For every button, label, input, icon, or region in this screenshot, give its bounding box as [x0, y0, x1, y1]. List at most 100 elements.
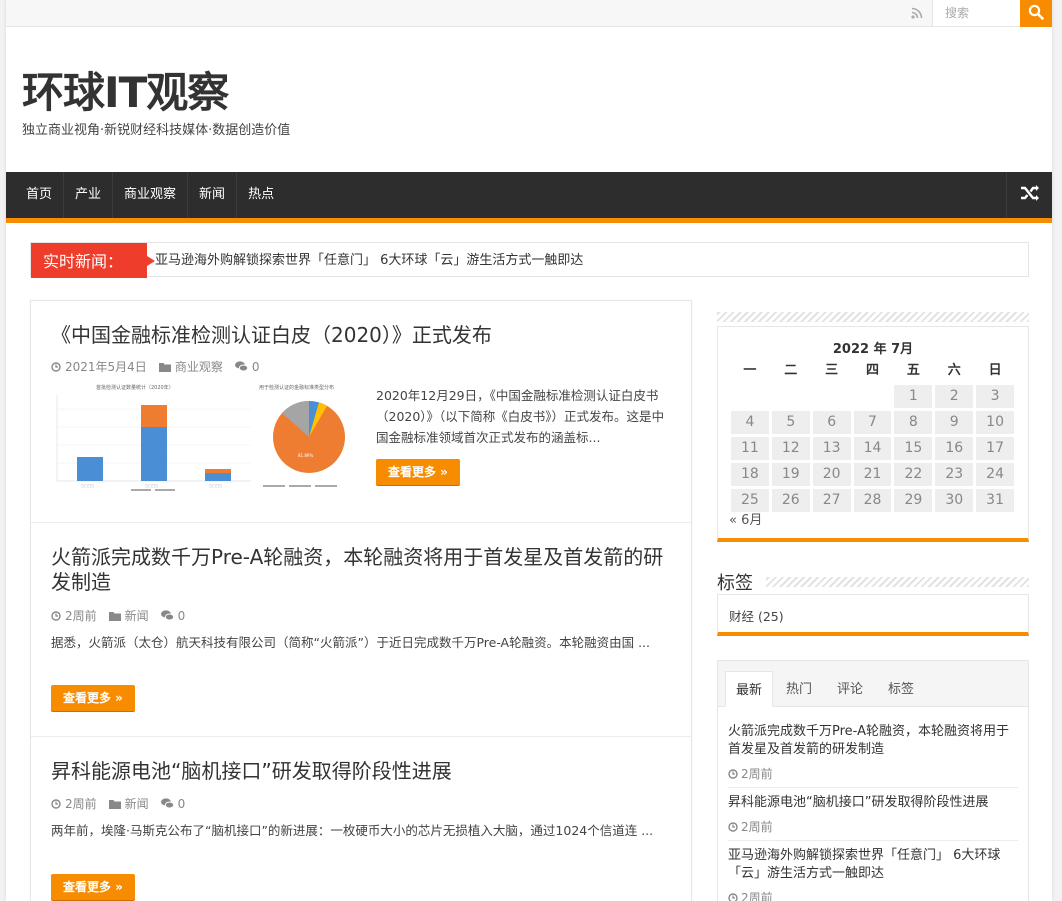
- tab-popular[interactable]: 热门: [776, 671, 822, 707]
- post-comments[interactable]: 0: [160, 797, 185, 811]
- tags-widget: 财经 (25): [717, 594, 1029, 636]
- calendar-week-row: 11 12 13 14 15 16 17: [731, 437, 1017, 463]
- main-nav: 首页 产业 商业观察 新闻 热点: [6, 172, 1052, 223]
- tab-latest[interactable]: 最新: [725, 671, 774, 707]
- weekday-label: 一: [743, 363, 757, 378]
- read-more-button[interactable]: 查看更多 »: [51, 685, 135, 711]
- post-item: 《中国金融标准检测认证白皮（2020）》正式发布 2021年5月4日 商业观察 …: [31, 301, 691, 523]
- tag-link[interactable]: 财经 (25): [729, 606, 784, 625]
- breaking-news-label: 实时新闻：: [31, 243, 155, 278]
- comments-icon: [234, 361, 248, 372]
- recent-post-title[interactable]: 亚马逊海外购解锁探索世界「任意门」 6大环球「云」游生活方式一触即达: [728, 847, 1018, 883]
- calendar-day: 26: [771, 489, 810, 512]
- recent-post-title[interactable]: 火箭派完成数千万Pre-A轮融资，本轮融资将用于首发星及首发箭的研发制造: [728, 723, 1018, 759]
- calendar-day: 8: [894, 411, 933, 434]
- post-title[interactable]: 火箭派完成数千万Pre-A轮融资，本轮融资将用于首发星及首发箭的研发制造: [51, 545, 681, 595]
- post-meta: 2021年5月4日 商业观察 0: [51, 358, 271, 375]
- post-date: 2周前: [51, 607, 97, 624]
- post-date: 2周前: [51, 795, 97, 812]
- calendar-week-row: 25 26 27 28 29 30 31: [731, 489, 1017, 515]
- nav-item-industry[interactable]: 产业: [64, 172, 114, 218]
- svg-text:□□□□: □□□□: [81, 484, 94, 488]
- page: 环球IT观察 独立商业视角·新锐财经科技媒体·数据创造价值 首页 产业 商业观察…: [6, 0, 1052, 901]
- calendar-prev-month-link[interactable]: « 6月: [729, 509, 762, 528]
- recent-post-item: 火箭派完成数千万Pre-A轮融资，本轮融资将用于首发星及首发箭的研发制造 2周前: [728, 723, 1018, 782]
- thumb-right-title: 用于检测认证的金融标准类型分布: [259, 384, 334, 391]
- calendar-day: 1: [894, 385, 933, 408]
- nav-item-news[interactable]: 新闻: [188, 172, 238, 218]
- svg-text:□□□□: □□□□: [209, 484, 222, 488]
- folder-icon: [108, 799, 121, 809]
- post-excerpt: 两年前，埃隆·马斯克公布了“脑机接口”的新进展：一枚硬币大小的芯片无损植入大脑，…: [51, 823, 654, 838]
- nav-item-hot[interactable]: 热点: [237, 172, 285, 218]
- read-more-button[interactable]: 查看更多 »: [51, 874, 135, 900]
- clock-icon: [728, 821, 738, 832]
- calendar-day: 20: [812, 463, 851, 486]
- calendar-day: 24: [976, 463, 1015, 486]
- calendar-day: 6: [812, 411, 851, 434]
- search-input[interactable]: [932, 0, 1020, 26]
- weekday-label: 六: [947, 363, 961, 378]
- post-list: 《中国金融标准检测认证白皮（2020）》正式发布 2021年5月4日 商业观察 …: [30, 300, 692, 901]
- calendar-day: 3: [976, 385, 1015, 408]
- calendar-day: 28: [853, 489, 892, 512]
- tab-comments[interactable]: 评论: [827, 671, 873, 707]
- nav-item-home[interactable]: 首页: [6, 172, 65, 218]
- read-more-button[interactable]: 查看更多 »: [376, 459, 460, 485]
- calendar-day: 12: [771, 437, 810, 460]
- breaking-news-link[interactable]: 亚马逊海外购解锁探索世界「任意门」 6大环球「云」游生活方式一触即达: [155, 243, 583, 278]
- post-comments[interactable]: 0: [160, 609, 185, 623]
- search-button[interactable]: [1020, 0, 1052, 27]
- post-meta: 2周前 新闻 0: [51, 795, 197, 812]
- recent-post-item: 昇科能源电池“脑机接口”研发取得阶段性进展 2周前: [728, 794, 1018, 835]
- calendar-day: 29: [894, 489, 933, 512]
- comments-icon: [160, 610, 174, 621]
- breaking-news-bar: 实时新闻： 亚马逊海外购解锁探索世界「任意门」 6大环球「云」游生活方式一触即达: [30, 242, 1029, 278]
- calendar-week-row: 1 2 3: [731, 385, 1017, 411]
- post-title[interactable]: 《中国金融标准检测认证白皮（2020）》正式发布: [51, 323, 492, 348]
- post-title[interactable]: 昇科能源电池“脑机接口”研发取得阶段性进展: [51, 759, 452, 784]
- post-comments[interactable]: 0: [234, 360, 259, 374]
- recent-post-title[interactable]: 昇科能源电池“脑机接口”研发取得阶段性进展: [728, 794, 1018, 812]
- calendar-day: 15: [894, 437, 933, 460]
- calendar-day: 22: [894, 463, 933, 486]
- calendar-day: 21: [853, 463, 892, 486]
- post-category[interactable]: 新闻: [108, 795, 149, 812]
- svg-text:□□□□: □□□□: [145, 484, 158, 488]
- rss-icon[interactable]: [908, 4, 926, 22]
- nav-item-business[interactable]: 商业观察: [113, 172, 189, 218]
- clock-icon: [51, 798, 61, 809]
- calendar-day: 2: [935, 385, 974, 408]
- calendar-day: 31: [976, 489, 1015, 512]
- weekday-label: 四: [866, 363, 880, 378]
- site-logo[interactable]: 环球IT观察: [22, 68, 229, 118]
- post-excerpt: 据悉，火箭派（太仓）航天科技有限公司（简称“火箭派”）于近日完成数千万Pre-A…: [51, 635, 651, 650]
- tabbed-widget: 最新 热门 评论 标签 火箭派完成数千万Pre-A轮融资，本轮融资将用于首发星及…: [717, 660, 1029, 901]
- calendar-day: 18: [731, 463, 769, 486]
- calendar-empty-cell: [854, 385, 892, 408]
- search-icon: [1028, 4, 1044, 24]
- search-box: [932, 0, 1052, 27]
- post-item: 昇科能源电池“脑机接口”研发取得阶段性进展 2周前 新闻 0 两年前，埃隆·马斯…: [31, 737, 691, 901]
- calendar-day: 17: [976, 437, 1015, 460]
- thumb-left-title: 首批检测认证数量统计（2020年）: [96, 384, 174, 391]
- calendar-day: 27: [812, 489, 851, 512]
- calendar-day: 5: [771, 411, 810, 434]
- tab-tags[interactable]: 标签: [878, 671, 924, 707]
- calendar-week-row: 18 19 20 21 22 23 24: [731, 463, 1017, 489]
- tags-widget-title: 标签: [717, 569, 761, 595]
- post-category[interactable]: 新闻: [108, 607, 149, 624]
- site-tagline: 独立商业视角·新锐财经科技媒体·数据创造价值: [22, 123, 291, 138]
- random-post-button[interactable]: [1006, 172, 1052, 218]
- calendar-day: 9: [935, 411, 974, 434]
- tab-bar: 最新 热门 评论 标签: [718, 661, 1028, 707]
- widget-stripe: [766, 577, 1029, 587]
- calendar-day: 4: [731, 411, 769, 434]
- recent-post-time: 2周前: [728, 765, 1018, 782]
- weekday-label: 日: [988, 363, 1002, 378]
- post-category[interactable]: 商业观察: [158, 358, 223, 375]
- calendar-day: 23: [935, 463, 974, 486]
- divider: [728, 787, 1018, 788]
- calendar-day: 14: [853, 437, 892, 460]
- post-thumbnail[interactable]: 首批检测认证数量统计（2020年） □□□□ □□□□ □□□□ 用于检测认证的金融…: [51, 381, 359, 493]
